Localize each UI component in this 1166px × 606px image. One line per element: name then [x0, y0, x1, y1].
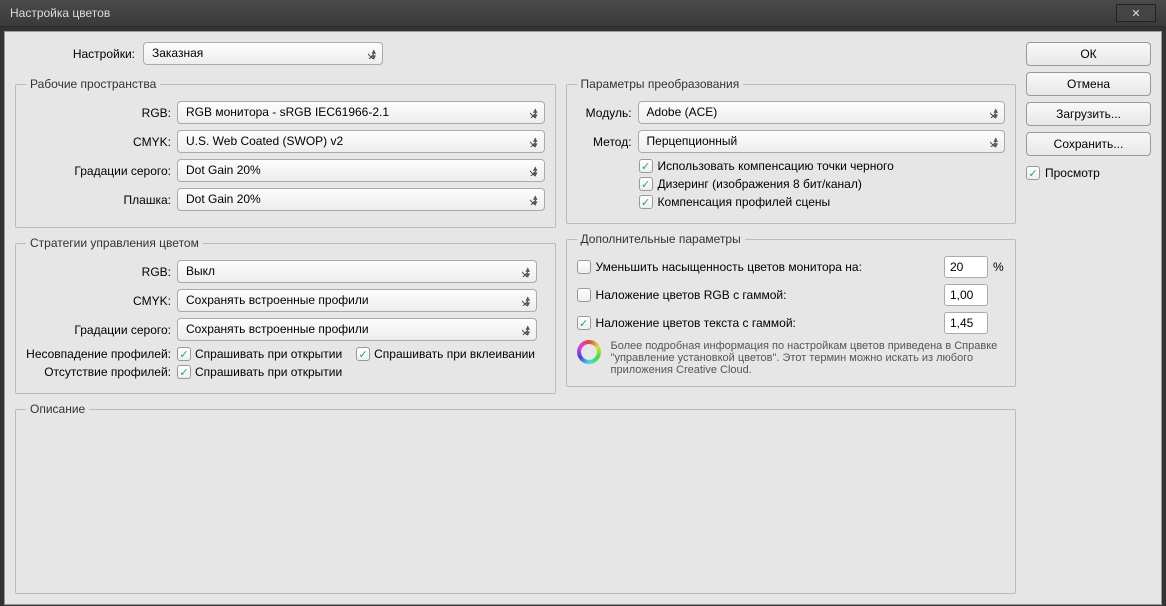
workspace-gray-select[interactable]: Dot Gain 20% ▴▾	[177, 159, 545, 182]
mismatch-open-label: Спрашивать при открытии	[195, 347, 342, 361]
dialog-body: Настройки: Заказная ▴▾ Рабочие пространс…	[4, 31, 1162, 605]
intent-select[interactable]: Перцепционный ▴▾	[638, 130, 1005, 153]
rgb-label: RGB:	[26, 106, 171, 120]
settings-label: Настройки:	[65, 47, 135, 61]
mismatch-paste-label: Спрашивать при вклеивании	[374, 347, 535, 361]
close-button[interactable]: ✕	[1116, 4, 1156, 22]
workspace-rgb-select[interactable]: RGB монитора - sRGB IEC61966-2.1 ▴▾	[177, 101, 545, 124]
mismatch-label: Несовпадение профилей:	[26, 347, 171, 361]
chevron-updown-icon: ▴▾	[993, 107, 998, 119]
missing-open-label: Спрашивать при открытии	[195, 365, 342, 379]
policy-gray-select[interactable]: Сохранять встроенные профили ▴▾	[177, 318, 537, 341]
cmyk-label: CMYK:	[26, 135, 171, 149]
chevron-updown-icon: ▴▾	[525, 324, 530, 336]
mismatch-paste-checkbox[interactable]: ✓	[356, 347, 370, 361]
bpc-label: Использовать компенсацию точки черного	[658, 159, 894, 173]
conversion-group: Параметры преобразования Модуль: Adobe (…	[566, 77, 1016, 224]
side-buttons: ОК Отмена Загрузить... Сохранить... ✓ Пр…	[1026, 42, 1151, 594]
load-button[interactable]: Загрузить...	[1026, 102, 1151, 126]
chevron-updown-icon: ▴▾	[993, 136, 998, 148]
chevron-updown-icon: ▴▾	[533, 165, 538, 177]
workspace-cmyk-select[interactable]: U.S. Web Coated (SWOP) v2 ▴▾	[177, 130, 545, 153]
text-gamma-checkbox[interactable]: ✓	[577, 316, 591, 330]
desat-unit: %	[993, 260, 1005, 274]
window-title: Настройка цветов	[10, 6, 110, 20]
text-gamma-label: Наложение цветов текста с гаммой:	[596, 316, 939, 330]
rgb-gamma-input[interactable]	[944, 284, 988, 306]
workspace-spot-select[interactable]: Dot Gain 20% ▴▾	[177, 188, 545, 211]
desat-checkbox[interactable]	[577, 260, 591, 274]
cancel-button[interactable]: Отмена	[1026, 72, 1151, 96]
close-icon: ✕	[1131, 7, 1140, 20]
chevron-updown-icon: ▴▾	[533, 194, 538, 206]
spot-label: Плашка:	[26, 193, 171, 207]
chevron-updown-icon: ▴▾	[533, 107, 538, 119]
advanced-legend: Дополнительные параметры	[577, 232, 745, 246]
missing-label: Отсутствие профилей:	[26, 365, 171, 379]
rgb-gamma-checkbox[interactable]	[577, 288, 591, 302]
titlebar: Настройка цветов ✕	[0, 0, 1166, 27]
chevron-updown-icon: ▴▾	[533, 136, 538, 148]
preview-checkbox[interactable]: ✓	[1026, 166, 1040, 180]
policies-group: Стратегии управления цветом RGB: Выкл ▴▾…	[15, 236, 556, 394]
policy-cmyk-label: CMYK:	[26, 294, 171, 308]
engine-label: Модуль:	[577, 106, 632, 120]
conversion-legend: Параметры преобразования	[577, 77, 744, 91]
gray-label: Градации серого:	[26, 164, 171, 178]
mismatch-open-checkbox[interactable]: ✓	[177, 347, 191, 361]
preview-label: Просмотр	[1045, 166, 1100, 180]
dither-label: Дизеринг (изображения 8 бит/канал)	[658, 177, 862, 191]
text-gamma-input[interactable]	[944, 312, 988, 334]
color-wheel-icon	[577, 340, 601, 364]
policy-cmyk-select[interactable]: Сохранять встроенные профили ▴▾	[177, 289, 537, 312]
description-legend: Описание	[26, 402, 89, 416]
bpc-checkbox[interactable]: ✓	[639, 159, 653, 173]
settings-value: Заказная	[152, 46, 203, 60]
missing-open-checkbox[interactable]: ✓	[177, 365, 191, 379]
advanced-group: Дополнительные параметры Уменьшить насыщ…	[566, 232, 1016, 387]
policy-rgb-select[interactable]: Выкл ▴▾	[177, 260, 537, 283]
policy-rgb-label: RGB:	[26, 265, 171, 279]
engine-select[interactable]: Adobe (ACE) ▴▾	[638, 101, 1005, 124]
info-text: Более подробная информация по настройкам…	[611, 340, 1005, 376]
desat-input[interactable]	[944, 256, 988, 278]
policy-gray-label: Градации серого:	[26, 323, 171, 337]
scene-checkbox[interactable]: ✓	[639, 195, 653, 209]
ok-button[interactable]: ОК	[1026, 42, 1151, 66]
settings-select[interactable]: Заказная ▴▾	[143, 42, 383, 65]
save-button[interactable]: Сохранить...	[1026, 132, 1151, 156]
desat-label: Уменьшить насыщенность цветов монитора н…	[596, 260, 939, 274]
chevron-updown-icon: ▴▾	[525, 295, 530, 307]
workspaces-legend: Рабочие пространства	[26, 77, 160, 91]
dither-checkbox[interactable]: ✓	[639, 177, 653, 191]
chevron-updown-icon: ▴▾	[371, 48, 376, 60]
chevron-updown-icon: ▴▾	[525, 266, 530, 278]
main-content: Настройки: Заказная ▴▾ Рабочие пространс…	[15, 42, 1016, 594]
description-group: Описание	[15, 402, 1016, 594]
scene-label: Компенсация профилей сцены	[658, 195, 831, 209]
policies-legend: Стратегии управления цветом	[26, 236, 203, 250]
rgb-gamma-label: Наложение цветов RGB с гаммой:	[596, 288, 939, 302]
intent-label: Метод:	[577, 135, 632, 149]
workspaces-group: Рабочие пространства RGB: RGB монитора -…	[15, 77, 556, 228]
